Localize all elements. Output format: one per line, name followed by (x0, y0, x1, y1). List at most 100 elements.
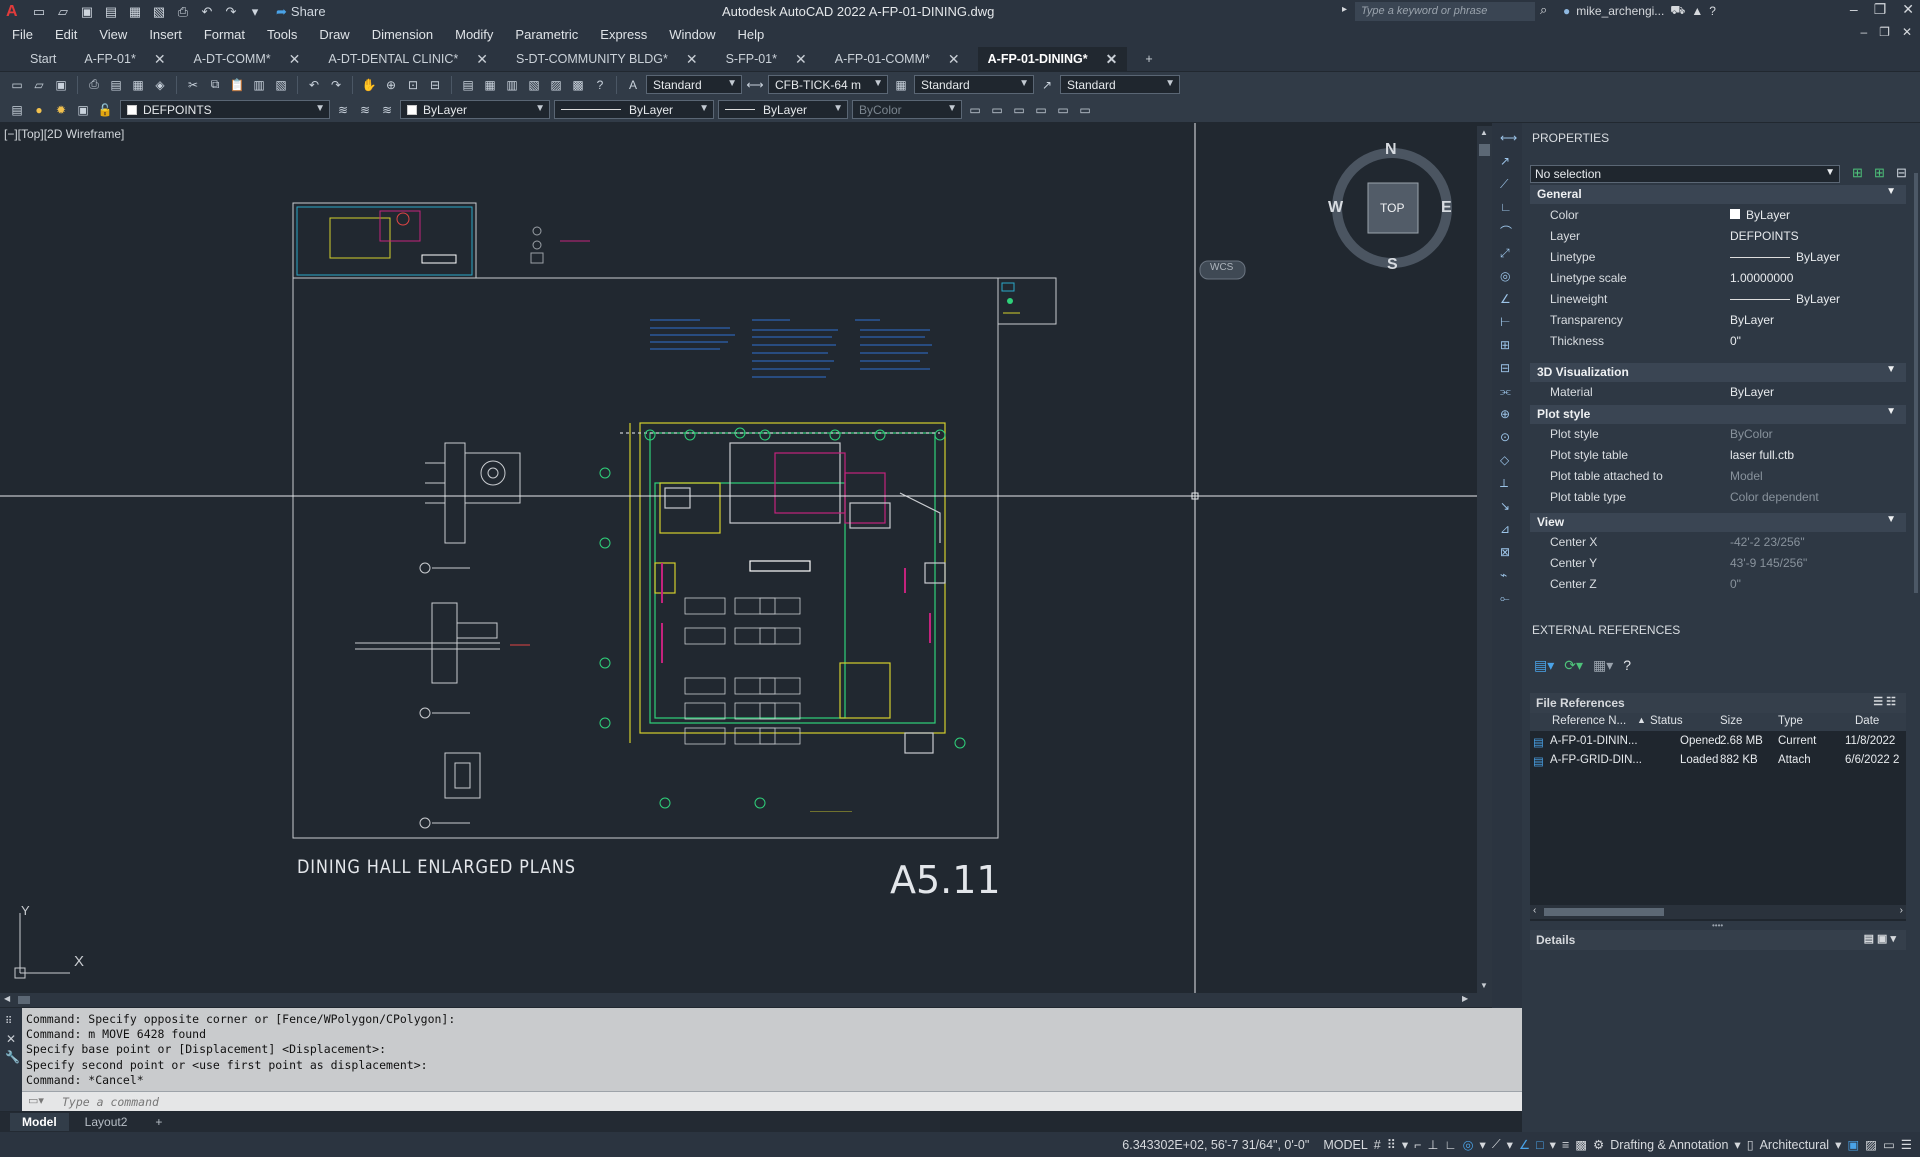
add-layout-icon[interactable]: + (143, 1113, 174, 1131)
column-header[interactable]: Reference N... (1552, 715, 1626, 727)
model-space-toggle[interactable]: MODEL (1323, 1138, 1367, 1152)
tab-layout2[interactable]: Layout2 (73, 1113, 140, 1131)
share-button[interactable]: ➦ Share (276, 4, 326, 20)
send-to-back-icon[interactable]: ▭ (988, 101, 1006, 119)
customize-icon[interactable]: 🔧 (5, 1050, 20, 1064)
3d-print-icon[interactable]: ◈ (151, 76, 169, 94)
dim-style-select[interactable]: CFB-TICK-64 m ▼ (768, 75, 888, 94)
dimension-tool-icon[interactable]: ⌁ (1500, 568, 1507, 582)
dimension-tool-icon[interactable]: ⌒ (1500, 223, 1512, 240)
property-row[interactable]: Thickness 0" (1530, 331, 1906, 352)
save-as-icon[interactable]: ▤ (102, 4, 120, 20)
hatch-to-back-icon[interactable]: ▭ (1076, 101, 1094, 119)
linetype-select[interactable]: ByLayer ▼ (554, 100, 714, 119)
units-select[interactable]: Architectural (1760, 1138, 1829, 1152)
property-row[interactable]: Center Y 43'-9 145/256" (1530, 553, 1906, 574)
quick-properties-icon[interactable]: ▣ (1847, 1137, 1859, 1152)
sheet-set-icon[interactable]: ▧ (525, 76, 543, 94)
menu-file[interactable]: File (12, 27, 33, 42)
dimension-tool-icon[interactable]: ⊞ (1500, 338, 1510, 352)
command-input[interactable]: Type a command (22, 1091, 1522, 1111)
command-prompt-icon[interactable]: ▭▾ (28, 1094, 44, 1107)
dimension-tool-icon[interactable]: ⊿ (1500, 522, 1510, 536)
viewcube-east[interactable]: E (1441, 199, 1452, 217)
autodesk-account-icon[interactable]: ▲ (1691, 4, 1703, 18)
mleader-style-select[interactable]: Standard ▼ (1060, 75, 1180, 94)
horizontal-scrollbar[interactable]: ◀ ▶ (0, 993, 1492, 1007)
make-current-layer-icon[interactable]: ≋ (334, 101, 352, 119)
dimension-tool-icon[interactable]: ∠ (1500, 292, 1511, 306)
search-expand-icon[interactable]: ▸ (1342, 4, 1347, 15)
menu-view[interactable]: View (99, 27, 127, 42)
column-header[interactable]: Date (1855, 715, 1879, 727)
wcs-menu[interactable]: WCS (1210, 262, 1233, 273)
close-tab-icon[interactable]: ✕ (1106, 51, 1118, 68)
column-header[interactable]: Type (1778, 715, 1803, 727)
help-icon[interactable]: ? (1623, 657, 1631, 674)
customize-statusbar-icon[interactable]: ☰ (1901, 1137, 1912, 1152)
scroll-right-icon[interactable]: ▶ (1462, 994, 1468, 1003)
undo-icon[interactable]: ↶ (305, 76, 323, 94)
model-viewport[interactable]: [−][Top][2D Wireframe] ——————— N S E W T… (0, 123, 1492, 998)
doc-restore-icon[interactable]: ❐ (1879, 25, 1890, 39)
tool-palettes-icon[interactable]: ▥ (503, 76, 521, 94)
redo-icon[interactable]: ↷ (327, 76, 345, 94)
file-tab[interactable]: A-FP-01-COMM* ✕ (825, 47, 970, 71)
doc-minimize-icon[interactable]: – (1860, 25, 1867, 39)
property-row[interactable]: Center Z 0" (1530, 574, 1906, 595)
drawing-canvas[interactable]: ——————— (0, 123, 1477, 993)
plot-icon[interactable]: ⎙ (174, 4, 192, 20)
dim-style-icon[interactable]: ⟷ (746, 76, 764, 94)
new-tab-icon[interactable]: + (1135, 47, 1162, 71)
viewcube-top-face[interactable]: TOP (1380, 201, 1404, 215)
menu-modify[interactable]: Modify (455, 27, 493, 42)
dimension-tool-icon[interactable]: ⊙ (1500, 430, 1510, 444)
copy-icon[interactable]: ⧉ (206, 76, 224, 94)
quick-select-icon[interactable]: ⊟ (1896, 165, 1907, 181)
dimension-tool-icon[interactable]: ⊟ (1500, 361, 1510, 375)
section-plot-style[interactable]: Plot style ▼ (1530, 405, 1906, 424)
save-icon[interactable]: ▣ (52, 76, 70, 94)
snap-dropdown-icon[interactable]: ▾ (1402, 1137, 1408, 1152)
dimension-tool-icon[interactable]: ⟜ (1500, 591, 1510, 606)
menu-format[interactable]: Format (204, 27, 245, 42)
help-icon[interactable]: ? (591, 76, 609, 94)
text-to-front-icon[interactable]: ▭ (1054, 101, 1072, 119)
text-style-icon[interactable]: A (624, 76, 642, 94)
object-snap-tracking-icon[interactable]: ∠ (1519, 1137, 1530, 1152)
cart-icon[interactable]: ⛟ (1670, 3, 1685, 19)
vertical-scroll-thumb[interactable] (1479, 144, 1490, 156)
open-file-icon[interactable]: ▱ (54, 4, 72, 20)
bring-above-icon[interactable]: ▭ (1010, 101, 1028, 119)
new-file-icon[interactable]: ▭ (30, 4, 48, 20)
dimension-tool-icon[interactable]: ⊢ (1500, 315, 1510, 329)
details-toggle-icon[interactable]: ▤ ▣ ▾ (1864, 932, 1896, 945)
viewcube-north[interactable]: N (1385, 141, 1397, 159)
match-properties-icon[interactable]: ▥ (250, 76, 268, 94)
property-row[interactable]: Material ByLayer (1530, 382, 1906, 403)
section-general[interactable]: General ▼ (1530, 185, 1906, 204)
dimension-tool-icon[interactable]: ⟷ (1500, 131, 1517, 145)
property-row[interactable]: Transparency ByLayer (1530, 310, 1906, 331)
file-tab[interactable]: A-DT-DENTAL CLINIC* ✕ (318, 47, 498, 71)
property-row[interactable]: Lineweight ByLayer (1530, 289, 1906, 310)
markup-icon[interactable]: ▨ (547, 76, 565, 94)
menu-edit[interactable]: Edit (55, 27, 77, 42)
command-line-handle[interactable]: ⠿ ✕ 🔧 (0, 1008, 22, 1111)
scroll-left-icon[interactable]: ◀ (4, 994, 10, 1003)
coordinates-readout[interactable]: 6.343302E+02, 56'-7 31/64", 0'-0" (1122, 1138, 1309, 1152)
dimension-tool-icon[interactable]: ⫘ (1500, 384, 1511, 399)
dimension-tool-icon[interactable]: ↘ (1500, 499, 1510, 513)
plot-icon[interactable]: ⎙ (85, 76, 103, 94)
property-row[interactable]: Linetype ByLayer (1530, 247, 1906, 268)
redo-icon[interactable]: ↷ (222, 4, 240, 20)
file-tab[interactable]: S-DT-COMMUNITY BLDG* ✕ (506, 47, 708, 71)
help-icon[interactable]: ? (1709, 4, 1716, 18)
viewcube-west[interactable]: W (1328, 199, 1343, 217)
mleader-style-icon[interactable]: ↗ (1038, 76, 1056, 94)
close-tab-icon[interactable]: ✕ (795, 51, 807, 68)
property-row[interactable]: Color ByLayer (1530, 205, 1906, 226)
list-view-icon[interactable]: ☰ ☷ (1873, 695, 1896, 708)
lineweight-select[interactable]: ByLayer ▼ (718, 100, 848, 119)
block-editor-icon[interactable]: ▧ (272, 76, 290, 94)
